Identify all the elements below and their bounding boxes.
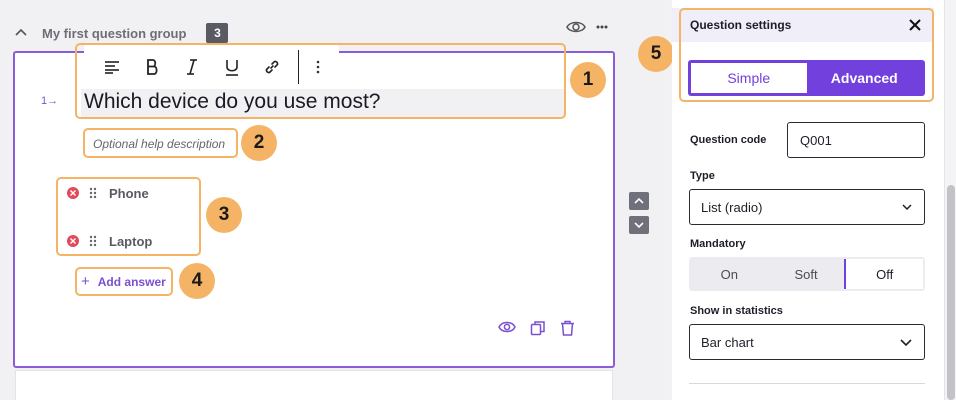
type-select[interactable]: List (radio) — [689, 189, 925, 225]
chevron-up-icon — [634, 198, 644, 204]
mandatory-segmented-control: On Soft Off — [689, 257, 925, 291]
question-code-label: Question code — [690, 134, 767, 146]
preview-question-icon[interactable] — [498, 320, 516, 334]
group-question-count: 3 — [206, 23, 229, 43]
delete-question-icon[interactable] — [560, 320, 575, 336]
question-number: 1→ — [41, 95, 59, 107]
callout-badge: 4 — [179, 263, 215, 299]
callout-badge: 3 — [206, 197, 242, 233]
callout-badge: 1 — [570, 62, 606, 98]
mandatory-on-option[interactable]: On — [691, 259, 768, 289]
next-question-card[interactable] — [15, 370, 613, 400]
arrow-right-icon: → — [47, 95, 59, 107]
panel-scrollbar[interactable] — [944, 0, 956, 400]
group-actions — [566, 20, 608, 34]
group-title[interactable]: My first question group — [42, 26, 186, 41]
chevron-down-icon — [634, 222, 644, 228]
group-header: My first question group 3 — [14, 22, 229, 44]
mandatory-label: Mandatory — [690, 238, 746, 250]
chevron-down-icon — [902, 204, 912, 210]
statistics-select[interactable]: Bar chart — [689, 324, 925, 360]
mandatory-off-option[interactable]: Off — [844, 259, 924, 289]
highlight-settings-header — [679, 8, 934, 102]
chevron-down-icon — [900, 338, 912, 346]
move-down-button[interactable] — [629, 216, 649, 234]
highlight-answer-options — [56, 177, 201, 256]
move-up-button[interactable] — [629, 192, 649, 210]
statistics-select-value: Bar chart — [701, 334, 754, 350]
preview-group-icon[interactable] — [566, 20, 586, 34]
panel-divider — [689, 383, 925, 384]
question-settings-panel: Question settings Simple Advanced Questi… — [672, 0, 956, 400]
highlight-help-description — [83, 128, 238, 158]
callout-badge: 2 — [241, 125, 277, 161]
statistics-label: Show in statistics — [690, 305, 783, 317]
copy-question-icon[interactable] — [530, 320, 546, 336]
question-code-input[interactable]: Q001 — [787, 122, 925, 158]
type-label: Type — [690, 170, 715, 182]
highlight-question-text — [75, 43, 566, 119]
mandatory-soft-option[interactable]: Soft — [768, 259, 845, 289]
question-actions — [498, 320, 575, 336]
type-select-value: List (radio) — [701, 199, 763, 215]
collapse-group-icon[interactable] — [14, 26, 28, 40]
scrollbar-thumb[interactable] — [947, 185, 955, 400]
callout-badge: 5 — [638, 36, 674, 72]
more-options-icon[interactable] — [596, 25, 608, 29]
survey-editor-canvas: My first question group 3 1→ Which devic… — [0, 0, 674, 400]
highlight-add-answer — [75, 267, 173, 296]
